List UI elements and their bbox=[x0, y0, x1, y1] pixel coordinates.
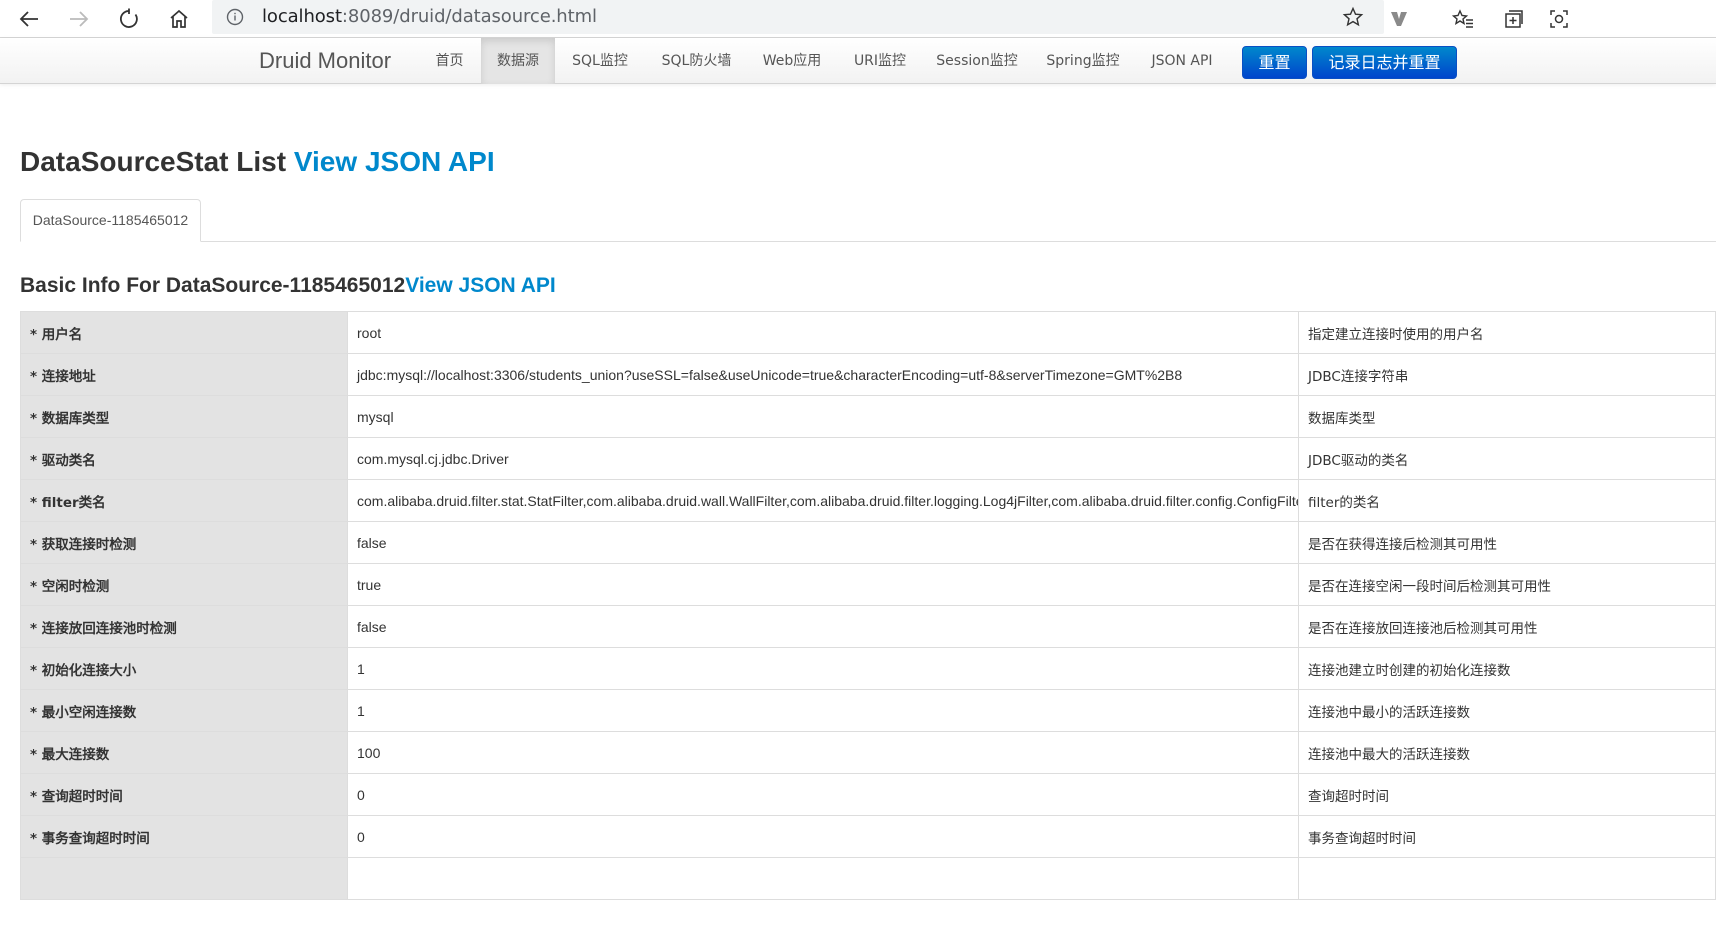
star-icon[interactable] bbox=[1342, 6, 1364, 33]
row-description: 连接池中最大的活跃连接数 bbox=[1298, 731, 1716, 774]
row-label: * 获取连接时检测 bbox=[20, 521, 348, 564]
table-row: * 事务查询超时时间 0 事务查询超时时间 bbox=[20, 815, 1716, 858]
table-row: * 连接地址 jdbc:mysql://localhost:3306/studen… bbox=[20, 353, 1716, 396]
row-description: 事务查询超时时间 bbox=[1298, 815, 1716, 858]
url-text: localhost:8089/druid/datasource.html bbox=[262, 6, 597, 27]
table-row: * 空闲时检测 true 是否在连接空闲一段时间后检测其可用性 bbox=[20, 563, 1716, 606]
tabs-divider bbox=[20, 241, 1716, 242]
tab-datasource[interactable]: DataSource-1185465012 bbox=[20, 199, 201, 242]
section-title-text: Basic Info For DataSource-1185465012 bbox=[20, 274, 406, 297]
row-value: false bbox=[347, 605, 1299, 648]
favorites-icon[interactable] bbox=[1448, 4, 1478, 34]
row-value: 100 bbox=[347, 731, 1299, 774]
table-row: * 数据库类型 mysql 数据库类型 bbox=[20, 395, 1716, 438]
reset-button[interactable]: 重置 bbox=[1242, 46, 1307, 79]
row-description: 连接池中最小的活跃连接数 bbox=[1298, 689, 1716, 732]
druid-navbar: Druid Monitor 首页 数据源 SQL监控 SQL防火墙 Web应用 … bbox=[0, 38, 1716, 84]
row-description: 查询超时时间 bbox=[1298, 773, 1716, 816]
forward-arrow-icon[interactable] bbox=[64, 4, 94, 34]
row-description: 是否在获得连接后检测其可用性 bbox=[1298, 521, 1716, 564]
nav-item-web-app[interactable]: Web应用 bbox=[752, 38, 832, 84]
refresh-icon[interactable] bbox=[114, 4, 144, 34]
table-row: * 最小空闲连接数 1 连接池中最小的活跃连接数 bbox=[20, 689, 1716, 732]
row-value: root bbox=[347, 311, 1299, 354]
row-label: * 用户名 bbox=[20, 311, 348, 354]
address-bar[interactable]: localhost:8089/druid/datasource.html bbox=[212, 0, 1384, 34]
table-row: * 获取连接时检测 false 是否在获得连接后检测其可用性 bbox=[20, 521, 1716, 564]
row-description: JDBC驱动的类名 bbox=[1298, 437, 1716, 480]
brand-title[interactable]: Druid Monitor bbox=[259, 48, 391, 74]
row-description: 连接池建立时创建的初始化连接数 bbox=[1298, 647, 1716, 690]
table-row: * 连接放回连接池时检测 false 是否在连接放回连接池后检测其可用性 bbox=[20, 605, 1716, 648]
nav-item-home[interactable]: 首页 bbox=[423, 38, 476, 84]
table-row bbox=[20, 857, 1716, 900]
row-label: * 查询超时时间 bbox=[20, 773, 348, 816]
browser-toolbar: localhost:8089/druid/datasource.html bbox=[0, 0, 1716, 38]
section-title: Basic Info For DataSource-1185465012View… bbox=[20, 274, 556, 298]
row-label: * 驱动类名 bbox=[20, 437, 348, 480]
row-description: filter的类名 bbox=[1298, 479, 1716, 522]
row-description: 是否在连接空闲一段时间后检测其可用性 bbox=[1298, 563, 1716, 606]
row-description: 数据库类型 bbox=[1298, 395, 1716, 438]
row-value: jdbc:mysql://localhost:3306/students_uni… bbox=[347, 353, 1299, 396]
row-value: 1 bbox=[347, 647, 1299, 690]
table-row: * filter类名 com.alibaba.druid.filter.stat.… bbox=[20, 479, 1716, 522]
row-value: 0 bbox=[347, 815, 1299, 858]
section-view-json-api-link[interactable]: View JSON API bbox=[405, 274, 556, 297]
url-path: :8089/druid/datasource.html bbox=[341, 6, 597, 27]
row-value: com.alibaba.druid.filter.stat.StatFilter… bbox=[347, 479, 1299, 522]
table-row: * 最大连接数 100 连接池中最大的活跃连接数 bbox=[20, 731, 1716, 774]
row-label: * 连接放回连接池时检测 bbox=[20, 605, 348, 648]
table-row: * 查询超时时间 0 查询超时时间 bbox=[20, 773, 1716, 816]
page-title-text: DataSourceStat List bbox=[20, 146, 294, 177]
row-description: 是否在连接放回连接池后检测其可用性 bbox=[1298, 605, 1716, 648]
row-label bbox=[20, 857, 348, 900]
row-label: * 最小空闲连接数 bbox=[20, 689, 348, 732]
row-value: 0 bbox=[347, 773, 1299, 816]
row-description: JDBC连接字符串 bbox=[1298, 353, 1716, 396]
row-value: 1 bbox=[347, 689, 1299, 732]
row-value: mysql bbox=[347, 395, 1299, 438]
table-row: * 用户名 root 指定建立连接时使用的用户名 bbox=[20, 311, 1716, 354]
page-title: DataSourceStat List View JSON API bbox=[20, 146, 495, 178]
table-row: * 初始化连接大小 1 连接池建立时创建的初始化连接数 bbox=[20, 647, 1716, 690]
row-label: * 空闲时检测 bbox=[20, 563, 348, 606]
basic-info-table: * 用户名 root 指定建立连接时使用的用户名 * 连接地址 jdbc:mysql:… bbox=[20, 311, 1716, 900]
row-label: * 连接地址 bbox=[20, 353, 348, 396]
row-label: * 数据库类型 bbox=[20, 395, 348, 438]
back-arrow-icon[interactable] bbox=[14, 4, 44, 34]
row-value: true bbox=[347, 563, 1299, 606]
nav-item-sql-monitor[interactable]: SQL监控 bbox=[560, 38, 640, 84]
row-label: * 初始化连接大小 bbox=[20, 647, 348, 690]
nav-item-spring-monitor[interactable]: Spring监控 bbox=[1038, 38, 1128, 84]
url-host: localhost bbox=[262, 6, 342, 27]
home-icon[interactable] bbox=[164, 4, 194, 34]
nav-item-uri-monitor[interactable]: URI监控 bbox=[843, 38, 917, 84]
row-label: * filter类名 bbox=[20, 479, 348, 522]
row-label: * 事务查询超时时间 bbox=[20, 815, 348, 858]
info-icon[interactable] bbox=[226, 8, 244, 26]
table-row: * 驱动类名 com.mysql.cj.jdbc.Driver JDBC驱动的类名 bbox=[20, 437, 1716, 480]
view-json-api-link[interactable]: View JSON API bbox=[294, 146, 495, 177]
extension-v-icon[interactable] bbox=[1384, 4, 1414, 34]
nav-item-json-api[interactable]: JSON API bbox=[1140, 38, 1224, 84]
row-value: false bbox=[347, 521, 1299, 564]
row-description: 指定建立连接时使用的用户名 bbox=[1298, 311, 1716, 354]
row-value bbox=[347, 857, 1299, 900]
row-description bbox=[1298, 857, 1716, 900]
nav-item-datasource[interactable]: 数据源 bbox=[481, 38, 555, 84]
nav-item-session-monitor[interactable]: Session监控 bbox=[927, 38, 1027, 84]
nav-item-sql-firewall[interactable]: SQL防火墙 bbox=[650, 38, 743, 84]
log-and-reset-button[interactable]: 记录日志并重置 bbox=[1312, 46, 1457, 79]
row-label: * 最大连接数 bbox=[20, 731, 348, 774]
collections-icon[interactable] bbox=[1499, 4, 1529, 34]
row-value: com.mysql.cj.jdbc.Driver bbox=[347, 437, 1299, 480]
screenshot-icon[interactable] bbox=[1548, 4, 1570, 34]
